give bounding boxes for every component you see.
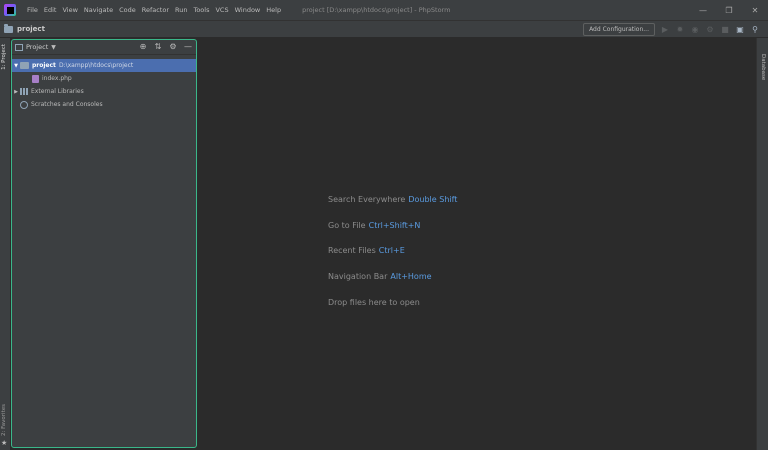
project-panel-header: Project ▼ ⊕ ⇅ ⚙ —: [12, 40, 196, 55]
tree-item-label: project: [32, 62, 56, 69]
profile-icon[interactable]: ⚙: [705, 25, 715, 35]
menu-window[interactable]: Window: [232, 0, 264, 20]
folder-icon: [20, 62, 29, 69]
collapsed-arrow-icon[interactable]: ▶: [12, 89, 20, 95]
chevron-down-icon[interactable]: ▼: [51, 44, 56, 51]
scratches-icon: [20, 100, 28, 109]
minimize-icon[interactable]: —: [690, 0, 716, 20]
navigation-bar: project Add Configuration... ▶ ✹ ◉ ⚙ ■ ▣…: [0, 20, 768, 38]
tree-item-external-libraries[interactable]: ▶ External Libraries: [12, 85, 196, 98]
gear-icon[interactable]: ⚙: [168, 42, 178, 52]
stop-icon[interactable]: ■: [720, 25, 730, 35]
project-view-selector[interactable]: Project: [26, 43, 48, 51]
project-view-icon: [15, 43, 23, 51]
tree-item-label: Scratches and Consoles: [31, 101, 103, 108]
expanded-arrow-icon[interactable]: ▼: [12, 63, 20, 69]
project-tool-tab[interactable]: 1: Project: [1, 44, 7, 70]
hint-shortcut: Ctrl+E: [378, 246, 405, 256]
project-tree: ▼ project D:\xampp\htdocs\project index.…: [12, 55, 196, 111]
add-configuration-button[interactable]: Add Configuration...: [583, 23, 655, 36]
tree-item-label: External Libraries: [31, 88, 84, 95]
menu-refactor[interactable]: Refactor: [139, 0, 172, 20]
hint-navigation-bar: Navigation Bar Alt+Home: [328, 272, 457, 298]
hint-label: Search Everywhere: [328, 195, 406, 204]
right-tool-strip: Database: [756, 38, 768, 450]
run-icon[interactable]: ▶: [660, 25, 670, 35]
hint-search-everywhere: Search Everywhere Double Shift: [328, 195, 457, 221]
project-structure-icon[interactable]: ▣: [735, 25, 745, 35]
window-controls: — ❐ ✕: [690, 0, 768, 20]
hint-shortcut: Alt+Home: [390, 272, 432, 282]
hint-shortcut: Ctrl+Shift+N: [368, 220, 421, 230]
hint-label: Drop files here to open: [328, 297, 420, 307]
menu-code[interactable]: Code: [116, 0, 139, 20]
project-panel-tools: ⊕ ⇅ ⚙ —: [138, 42, 193, 52]
hide-icon[interactable]: —: [183, 42, 193, 52]
menu-vcs[interactable]: VCS: [212, 0, 231, 20]
menu-help[interactable]: Help: [263, 0, 284, 20]
hint-shortcut: Double Shift: [408, 195, 458, 204]
left-tool-strip: 1: Project 2: Favorites ★: [0, 38, 10, 450]
run-toolbar: Add Configuration... ▶ ✹ ◉ ⚙ ■ ▣ ⚲: [583, 23, 760, 36]
tree-item-project[interactable]: ▼ project D:\xampp\htdocs\project: [12, 59, 196, 72]
menu-navigate[interactable]: Navigate: [81, 0, 116, 20]
title-bar: File Edit View Navigate Code Refactor Ru…: [0, 0, 768, 20]
menu-run[interactable]: Run: [172, 0, 190, 20]
favorites-tool-tab[interactable]: 2: Favorites: [1, 404, 7, 436]
hint-label: Navigation Bar: [328, 272, 388, 282]
search-icon[interactable]: ⚲: [750, 25, 760, 35]
collapse-all-icon[interactable]: ⇅: [153, 42, 163, 52]
main-menu: File Edit View Navigate Code Refactor Ru…: [24, 0, 284, 20]
breadcrumb[interactable]: project: [17, 25, 45, 33]
hint-recent-files: Recent Files Ctrl+E: [328, 246, 457, 272]
hint-go-to-file: Go to File Ctrl+Shift+N: [328, 221, 457, 247]
hint-drop-files: Drop files here to open: [328, 298, 457, 324]
restore-icon[interactable]: ❐: [716, 0, 742, 20]
debug-icon[interactable]: ✹: [675, 25, 685, 35]
project-tool-window: Project ▼ ⊕ ⇅ ⚙ — ▼ project D:\xampp\htd…: [11, 39, 197, 448]
php-file-icon: [32, 74, 39, 83]
tree-item-index-php[interactable]: index.php: [12, 72, 196, 85]
phpstorm-logo-icon: [4, 4, 16, 16]
menu-file[interactable]: File: [24, 0, 41, 20]
library-icon: [20, 88, 28, 95]
hint-label: Go to File: [328, 220, 366, 230]
window-title: project [D:\xampp\htdocs\project] - PhpS…: [302, 6, 451, 14]
editor-area[interactable]: Search Everywhere Double Shift Go to File…: [198, 38, 756, 450]
tree-item-path: D:\xampp\htdocs\project: [58, 62, 134, 69]
database-tool-tab[interactable]: Database: [760, 54, 766, 80]
tree-item-label: index.php: [42, 75, 72, 82]
menu-tools[interactable]: Tools: [190, 0, 212, 20]
empty-editor-hints: Search Everywhere Double Shift Go to File…: [328, 195, 457, 323]
folder-icon: [4, 23, 13, 33]
coverage-icon[interactable]: ◉: [690, 25, 700, 35]
hint-label: Recent Files: [328, 246, 376, 256]
close-icon[interactable]: ✕: [742, 0, 768, 20]
menu-view[interactable]: View: [59, 0, 80, 20]
tree-item-scratches[interactable]: Scratches and Consoles: [12, 98, 196, 111]
locate-icon[interactable]: ⊕: [138, 42, 148, 52]
star-icon: ★: [1, 439, 8, 447]
menu-edit[interactable]: Edit: [41, 0, 60, 20]
